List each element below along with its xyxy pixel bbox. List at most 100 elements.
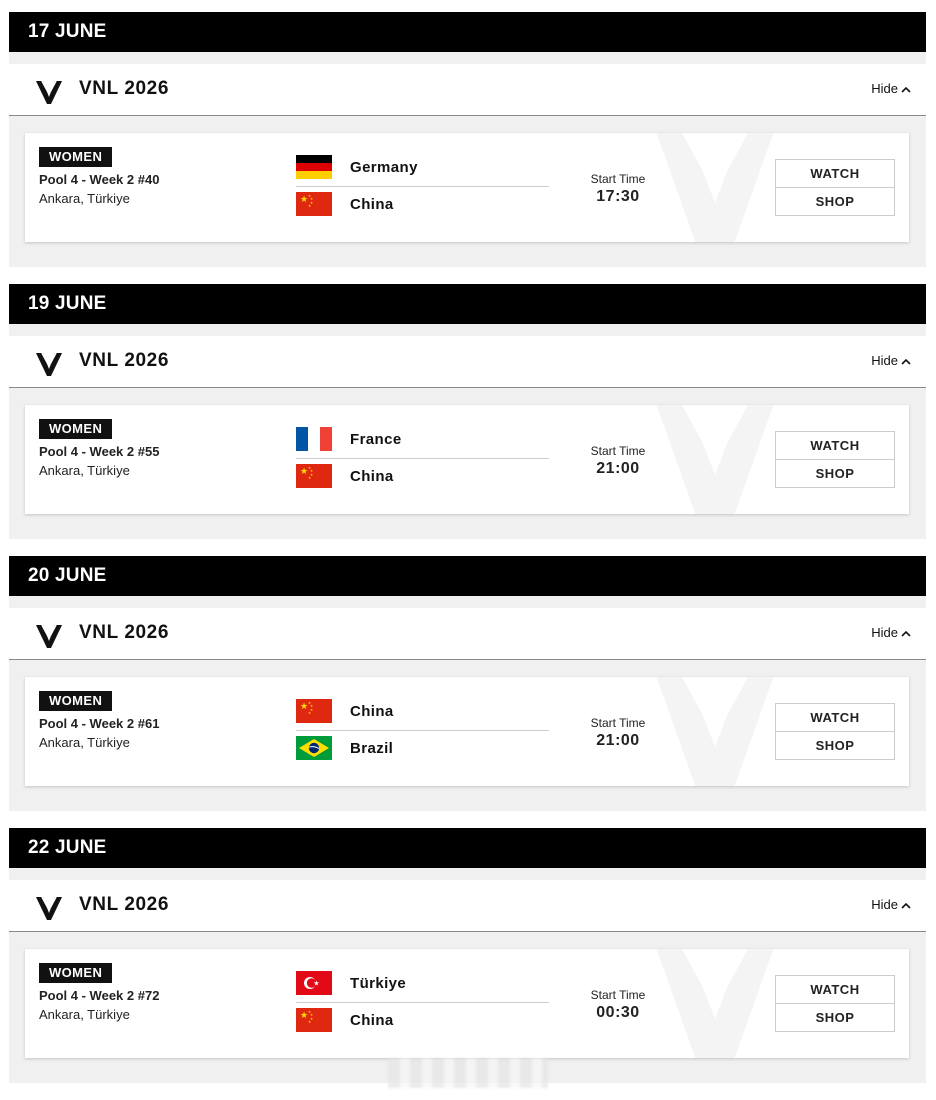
match-location: Ankara, Türkiye xyxy=(39,463,130,478)
chevron-up-icon xyxy=(901,625,911,640)
vnl-watermark-icon xyxy=(645,133,785,242)
svg-text:★: ★ xyxy=(300,1011,308,1021)
shop-button[interactable]: SHOP xyxy=(775,1004,895,1032)
start-time-value: 17:30 xyxy=(596,188,640,205)
day-header: 17 JUNE xyxy=(9,12,926,52)
team-row-home[interactable]: France xyxy=(296,421,549,459)
match-card[interactable]: WOMEN Pool 4 - Week 2 #61 Ankara, Türkiy… xyxy=(25,677,909,786)
match-pool: Pool 4 - Week 2 #61 xyxy=(39,716,160,731)
match-card[interactable]: WOMEN Pool 4 - Week 2 #72 Ankara, Türkiy… xyxy=(25,949,909,1058)
competition-bar: VNL 2026 Hide xyxy=(9,608,926,660)
match-location: Ankara, Türkiye xyxy=(39,1007,130,1022)
match-location: Ankara, Türkiye xyxy=(39,191,130,206)
brazil-flag-icon xyxy=(296,736,332,760)
day-section: 20 JUNE VNL 2026 Hide WOMEN Pool 4 - Wee… xyxy=(9,556,926,811)
chevron-up-icon xyxy=(901,897,911,912)
competition-bar: VNL 2026 Hide xyxy=(9,336,926,388)
china-flag-icon: ★ ★ ★ ★ ★ xyxy=(296,699,332,723)
turkiye-flag-icon: ★ xyxy=(296,971,332,995)
team-name-away: China xyxy=(350,196,394,213)
team-name-home: Germany xyxy=(350,159,418,176)
start-time-label: Start Time xyxy=(590,172,646,186)
shop-button[interactable]: SHOP xyxy=(775,460,895,488)
team-name-home: Türkiye xyxy=(350,975,407,992)
svg-text:★: ★ xyxy=(308,204,311,208)
germany-flag-icon xyxy=(296,155,332,179)
day-header: 22 JUNE xyxy=(9,828,926,868)
day-section: 19 JUNE VNL 2026 Hide WOMEN Pool 4 - Wee… xyxy=(9,284,926,539)
team-name-away: Brazil xyxy=(350,740,394,757)
svg-text:★: ★ xyxy=(308,1020,311,1024)
start-time-label: Start Time xyxy=(590,716,646,730)
chevron-up-icon xyxy=(901,353,911,368)
china-flag-icon: ★ ★ ★ ★ ★ xyxy=(296,1008,332,1032)
china-flag-icon: ★ ★ ★ ★ ★ xyxy=(296,464,332,488)
hide-toggle-label: Hide xyxy=(871,897,898,912)
gender-badge: WOMEN xyxy=(39,963,113,983)
start-time-label: Start Time xyxy=(590,988,646,1002)
loading-placeholder xyxy=(388,1058,548,1088)
match-location: Ankara, Türkiye xyxy=(39,735,130,750)
shop-button[interactable]: SHOP xyxy=(775,732,895,760)
hide-toggle-label: Hide xyxy=(871,353,898,368)
hide-toggle-button[interactable]: Hide xyxy=(871,353,911,368)
team-row-away[interactable]: Brazil xyxy=(296,730,549,767)
day-section: 17 JUNE VNL 2026 Hide WOMEN Pool 4 - Wee… xyxy=(9,12,926,267)
match-card[interactable]: WOMEN Pool 4 - Week 2 #55 Ankara, Türkiy… xyxy=(25,405,909,514)
vnl-logo-icon xyxy=(35,77,63,105)
competition-bar: VNL 2026 Hide xyxy=(9,64,926,116)
competition-title: VNL 2026 xyxy=(79,894,170,915)
vnl-logo-icon xyxy=(35,349,63,377)
svg-text:★: ★ xyxy=(308,711,311,715)
chevron-up-icon xyxy=(901,81,911,96)
watch-button[interactable]: WATCH xyxy=(775,159,895,188)
team-name-home: France xyxy=(350,431,402,448)
vnl-watermark-icon xyxy=(645,677,785,786)
team-row-away[interactable]: ★ ★ ★ ★ ★ China xyxy=(296,186,549,223)
svg-text:★: ★ xyxy=(300,467,308,477)
match-pool: Pool 4 - Week 2 #72 xyxy=(39,988,160,1003)
team-row-home[interactable]: ★ ★ ★ ★ ★ China xyxy=(296,693,549,731)
watch-button[interactable]: WATCH xyxy=(775,975,895,1004)
start-time-label: Start Time xyxy=(590,444,646,458)
team-name-away: China xyxy=(350,468,394,485)
watch-button[interactable]: WATCH xyxy=(775,431,895,460)
france-flag-icon xyxy=(296,427,332,451)
start-time-value: 21:00 xyxy=(596,732,640,749)
day-header: 19 JUNE xyxy=(9,284,926,324)
match-pool: Pool 4 - Week 2 #55 xyxy=(39,444,160,459)
vnl-logo-icon xyxy=(35,893,63,921)
watch-button[interactable]: WATCH xyxy=(775,703,895,732)
team-row-home[interactable]: Germany xyxy=(296,149,549,187)
gender-badge: WOMEN xyxy=(39,419,113,439)
china-flag-icon: ★ ★ ★ ★ ★ xyxy=(296,192,332,216)
shop-button[interactable]: SHOP xyxy=(775,188,895,216)
match-pool: Pool 4 - Week 2 #40 xyxy=(39,172,160,187)
match-card[interactable]: WOMEN Pool 4 - Week 2 #40 Ankara, Türkiy… xyxy=(25,133,909,242)
team-row-away[interactable]: ★ ★ ★ ★ ★ China xyxy=(296,458,549,495)
hide-toggle-button[interactable]: Hide xyxy=(871,81,911,96)
hide-toggle-label: Hide xyxy=(871,81,898,96)
competition-title: VNL 2026 xyxy=(79,78,170,99)
gender-badge: WOMEN xyxy=(39,147,113,167)
team-name-home: China xyxy=(350,703,394,720)
schedule-list: 17 JUNE VNL 2026 Hide WOMEN Pool 4 - Wee… xyxy=(9,12,926,1100)
hide-toggle-label: Hide xyxy=(871,625,898,640)
start-time-value: 00:30 xyxy=(596,1004,640,1021)
gender-badge: WOMEN xyxy=(39,691,113,711)
team-row-away[interactable]: ★ ★ ★ ★ ★ China xyxy=(296,1002,549,1039)
hide-toggle-button[interactable]: Hide xyxy=(871,625,911,640)
vnl-watermark-icon xyxy=(645,949,785,1058)
svg-text:★: ★ xyxy=(308,476,311,480)
competition-title: VNL 2026 xyxy=(79,350,170,371)
svg-text:★: ★ xyxy=(300,702,308,712)
start-time-value: 21:00 xyxy=(596,460,640,477)
vnl-logo-icon xyxy=(35,621,63,649)
day-section: 22 JUNE VNL 2026 Hide WOMEN Pool 4 - Wee… xyxy=(9,828,926,1083)
day-header: 20 JUNE xyxy=(9,556,926,596)
hide-toggle-button[interactable]: Hide xyxy=(871,897,911,912)
svg-text:★: ★ xyxy=(313,980,319,988)
vnl-watermark-icon xyxy=(645,405,785,514)
competition-bar: VNL 2026 Hide xyxy=(9,880,926,932)
team-row-home[interactable]: ★ Türkiye xyxy=(296,965,549,1003)
